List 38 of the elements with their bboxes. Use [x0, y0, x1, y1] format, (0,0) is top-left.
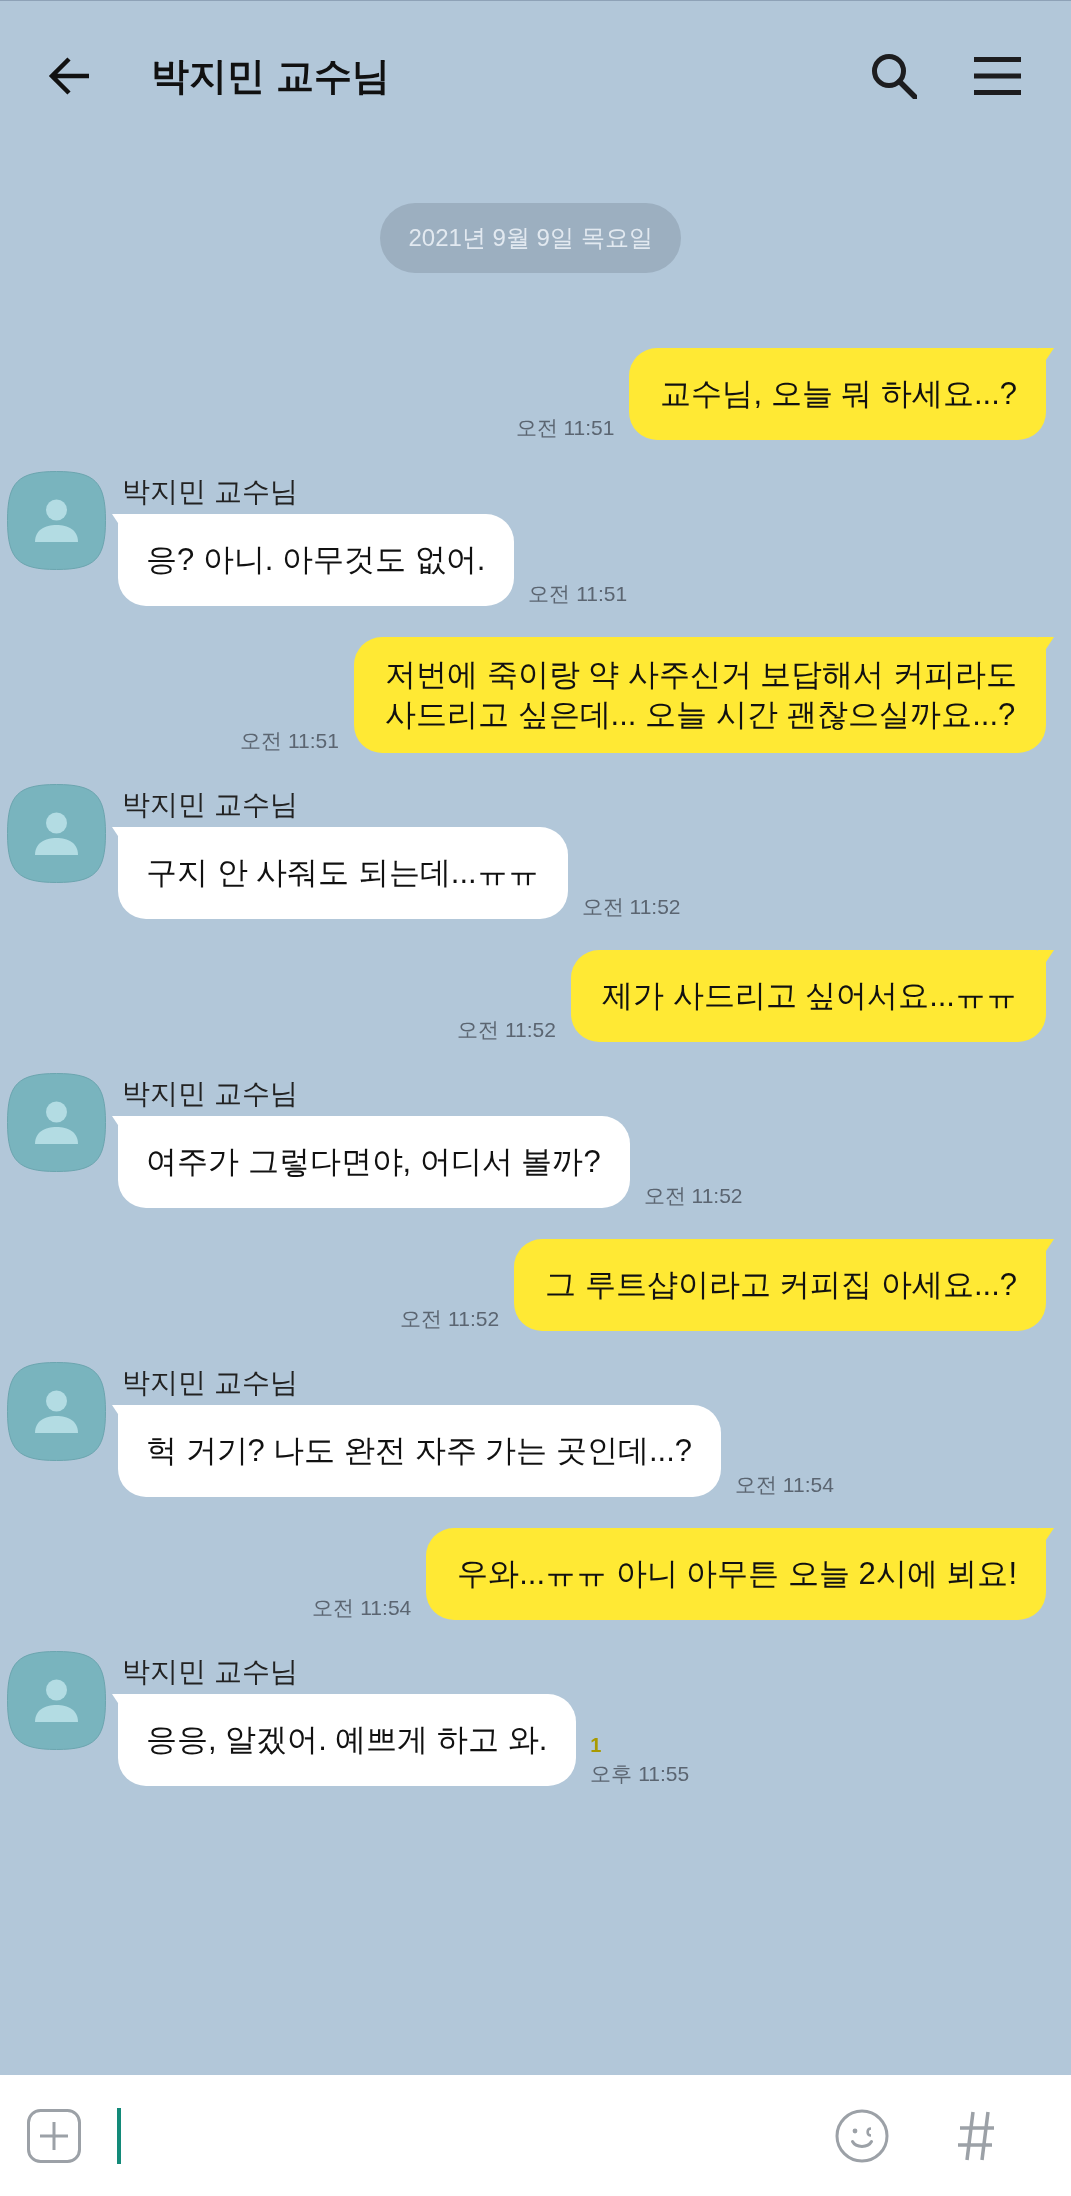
message-bubble: 저번에 죽이랑 약 사주신거 보답해서 커피라도 사드리고 싶은데... 오늘 시간 괜찮으실까요...? — [353, 637, 1054, 753]
person-avatar-icon — [7, 1073, 106, 1172]
message-time: 오전 11:54 — [312, 1596, 412, 1620]
sender-name: 박지민 교수님 — [122, 1077, 298, 1111]
person-avatar-icon — [7, 784, 106, 883]
message-bubble: 교수님, 오늘 뭐 하세요...? — [629, 348, 1054, 440]
person-avatar-icon — [7, 1651, 106, 1750]
sender-name: 박지민 교수님 — [122, 788, 298, 822]
smiley-icon — [835, 2108, 889, 2163]
message-bubble: 구지 안 사줘도 되는데...ㅠㅠ — [112, 827, 568, 919]
message-time: 오전 11:54 — [735, 1473, 834, 1497]
unread-count: 1 — [590, 1734, 602, 1756]
search-icon — [871, 52, 917, 99]
message-time: 오전 11:52 — [400, 1307, 500, 1331]
menu-icon — [974, 56, 1021, 95]
message-time: 오후 11:55 — [590, 1762, 690, 1786]
sender-name: 박지민 교수님 — [122, 1655, 298, 1689]
message-time: 오전 11:51 — [240, 729, 339, 753]
arrow-left-icon — [47, 54, 91, 97]
chat-title: 박지민 교수님 — [151, 53, 390, 99]
sender-name: 박지민 교수님 — [122, 475, 298, 509]
person-avatar-icon — [7, 1362, 106, 1461]
message-bubble: 제가 사드리고 싶어서요...ㅠㅠ — [570, 950, 1054, 1042]
message-time: 오전 11:51 — [515, 416, 615, 440]
person-avatar-icon — [7, 471, 106, 570]
plus-icon — [27, 2108, 81, 2163]
message-time: 오전 11:52 — [643, 1184, 743, 1208]
message-bubble: 그 루트샵이라고 커피집 아세요...? — [514, 1239, 1054, 1331]
message-bubble: 헉 거기? 나도 완전 자주 가는 곳인데...? — [112, 1405, 721, 1497]
message-time: 오전 11:52 — [581, 895, 681, 919]
message-bubble: 응응, 알겠어. 예쁘게 하고 와. — [112, 1694, 577, 1786]
message-time: 오전 11:52 — [457, 1018, 556, 1042]
message-bubble: 우와...ㅠㅠ 아니 아무튼 오늘 2시에 뵈요! — [426, 1528, 1054, 1620]
message-bubble: 여주가 그렇다면야, 어디서 볼까? — [112, 1116, 630, 1208]
date-divider: 2021년 9월 9일 목요일 — [380, 203, 681, 273]
message-time: 오전 11:51 — [528, 582, 628, 606]
sender-name: 박지민 교수님 — [122, 1366, 298, 1400]
message-bubble: 응? 아니. 아무것도 없어. — [112, 514, 515, 606]
